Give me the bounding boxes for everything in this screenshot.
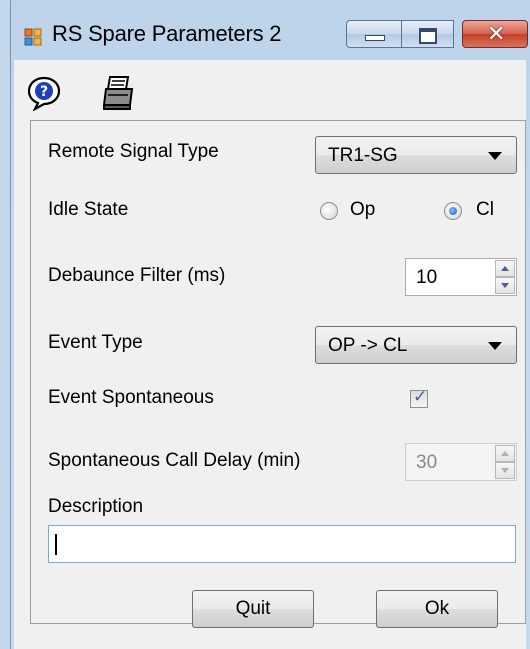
- event-type-value: OP -> CL: [328, 335, 408, 356]
- remote-signal-type-dropdown[interactable]: TR1-SG: [315, 136, 517, 174]
- close-button[interactable]: ✕: [462, 20, 528, 48]
- chevron-down-icon: [488, 342, 502, 350]
- stepper-down-button[interactable]: [495, 277, 515, 294]
- debounce-filter-stepper[interactable]: 10: [405, 258, 517, 296]
- spontaneous-call-delay-label: Spontaneous Call Delay (min): [48, 450, 301, 471]
- spontaneous-call-delay-stepper: 30: [405, 443, 517, 481]
- minimize-button[interactable]: [346, 20, 402, 48]
- debounce-filter-value: 10: [416, 267, 438, 288]
- stepper-down-button: [495, 462, 515, 479]
- printer-icon[interactable]: [100, 75, 136, 111]
- help-icon[interactable]: ?: [26, 75, 62, 111]
- stepper-up-button: [495, 445, 515, 462]
- spontaneous-call-delay-value: 30: [416, 452, 438, 473]
- close-icon: ✕: [487, 22, 506, 47]
- idle-state-op-radio[interactable]: [320, 202, 338, 220]
- idle-state-cl-label[interactable]: Cl: [476, 199, 494, 221]
- title-bar[interactable]: RS Spare Parameters 2 ✕: [10, 0, 530, 60]
- quit-button[interactable]: Quit: [192, 590, 314, 628]
- check-icon: ✓: [413, 387, 428, 407]
- stepper-up-button[interactable]: [495, 260, 515, 277]
- event-spontaneous-label: Event Spontaneous: [48, 387, 214, 408]
- event-type-dropdown[interactable]: OP -> CL: [315, 326, 517, 364]
- debounce-filter-label: Debaunce Filter (ms): [48, 265, 226, 286]
- stepper-buttons: [495, 445, 515, 479]
- idle-state-label: Idle State: [48, 199, 129, 220]
- remote-signal-type-label: Remote Signal Type: [48, 141, 219, 162]
- idle-state-op-label[interactable]: Op: [350, 199, 375, 221]
- description-label: Description: [48, 496, 144, 517]
- description-input[interactable]: [48, 525, 516, 563]
- app-icon: [24, 28, 42, 46]
- maximize-icon: [419, 28, 437, 44]
- parameters-panel: Remote Signal Type TR1-SG Idle State Op …: [30, 120, 526, 624]
- ok-button[interactable]: Ok: [376, 590, 498, 628]
- idle-state-cl-radio[interactable]: [444, 202, 462, 220]
- text-caret: [55, 534, 57, 555]
- maximize-button[interactable]: [402, 20, 454, 48]
- stepper-buttons: [495, 260, 515, 294]
- client-area: ? Remote Signal Type TR1-SG Idle State O…: [14, 60, 526, 649]
- dialog-window: RS Spare Parameters 2 ✕ ? Remote Signal …: [0, 0, 530, 649]
- remote-signal-type-value: TR1-SG: [328, 145, 398, 166]
- window-title: RS Spare Parameters 2: [52, 21, 282, 46]
- event-spontaneous-checkbox[interactable]: ✓: [410, 387, 428, 408]
- minimize-icon: [365, 35, 385, 41]
- event-type-label: Event Type: [48, 332, 143, 353]
- chevron-down-icon: [488, 152, 502, 160]
- svg-text:?: ?: [40, 84, 48, 100]
